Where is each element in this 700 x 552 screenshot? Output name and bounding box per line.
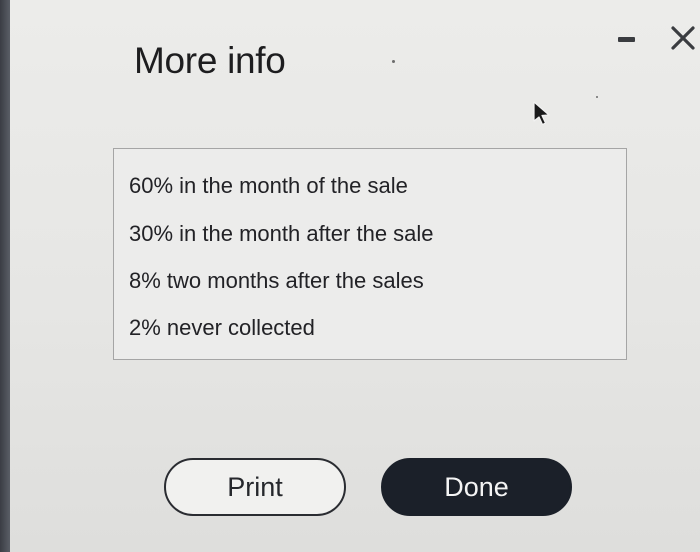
done-button[interactable]: Done: [381, 458, 572, 516]
info-line-month-of-sale: 60% in the month of the sale: [129, 173, 408, 198]
screen-speck: [596, 96, 598, 98]
info-line-never-collected: 2% never collected: [129, 315, 315, 340]
print-button[interactable]: Print: [164, 458, 346, 516]
more-info-dialog: More info 60% in the month of the sale 3…: [10, 0, 700, 552]
minus-icon: [618, 37, 635, 42]
mouse-pointer-icon: [530, 100, 552, 126]
info-line-two-months-after: 8% two months after the sales: [129, 268, 424, 293]
dialog-title: More info: [134, 40, 286, 81]
window-left-edge: [0, 0, 10, 552]
info-line-month-after-sale: 30% in the month after the sale: [129, 221, 434, 246]
info-box: 60% in the month of the sale 30% in the …: [113, 148, 627, 360]
minimize-button[interactable]: [615, 24, 645, 54]
screen-speck: [392, 60, 395, 63]
close-x-icon: [671, 26, 695, 50]
close-button[interactable]: [668, 22, 700, 54]
